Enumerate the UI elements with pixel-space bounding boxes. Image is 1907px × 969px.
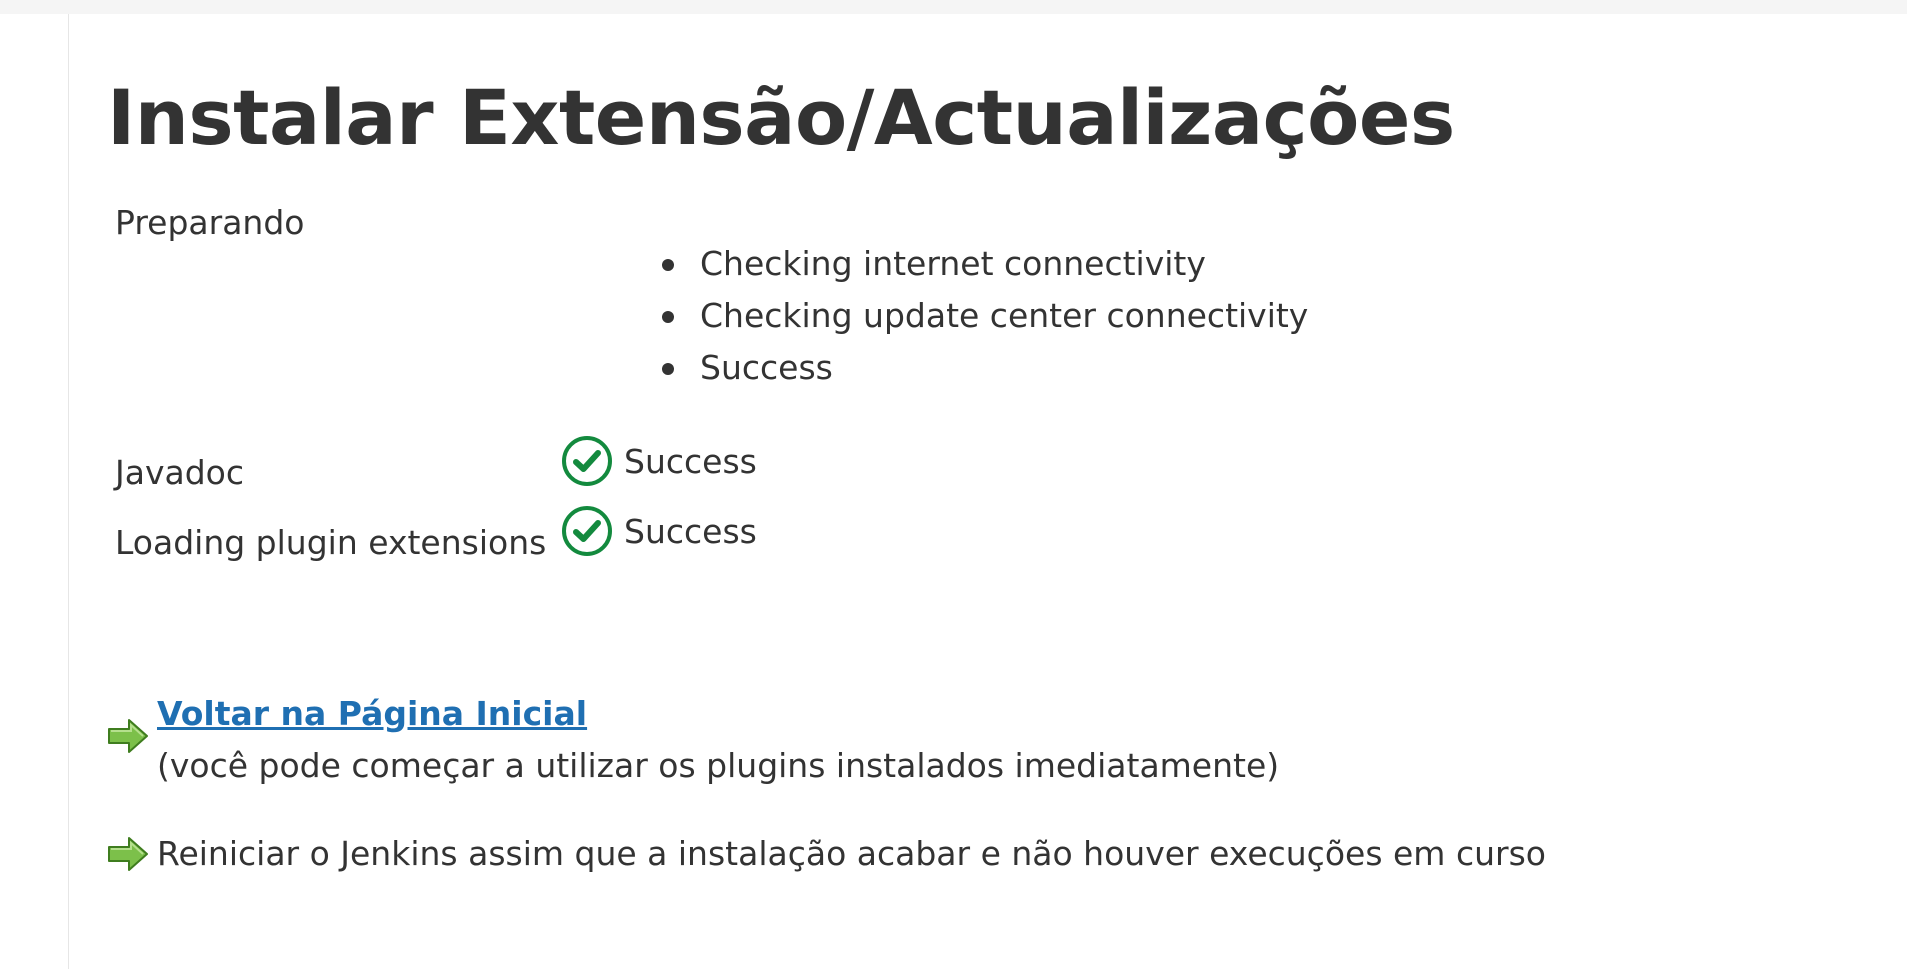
preparation-steps-list: Checking internet connectivity Checking … bbox=[662, 238, 1308, 394]
check-circle-icon bbox=[562, 436, 612, 486]
install-status-loading-plugin-extensions: Success bbox=[562, 506, 757, 556]
green-arrow-right-icon bbox=[107, 836, 149, 872]
page-title: Instalar Extensão/Actualizações bbox=[107, 73, 1455, 162]
status-text: Success bbox=[624, 511, 757, 551]
status-text: Success bbox=[624, 441, 757, 481]
install-row-label: Preparando bbox=[115, 203, 305, 242]
green-arrow-right-icon bbox=[107, 718, 149, 754]
side-panel bbox=[0, 14, 69, 969]
main-panel: Instalar Extensão/Actualizações Preparan… bbox=[107, 14, 1907, 969]
list-item: Success bbox=[662, 342, 1308, 394]
install-status-javadoc: Success bbox=[562, 436, 757, 486]
list-item: Checking internet connectivity bbox=[662, 238, 1308, 290]
list-item: Checking update center connectivity bbox=[662, 290, 1308, 342]
install-row-label: Javadoc bbox=[115, 453, 244, 492]
check-circle-icon bbox=[562, 506, 612, 556]
top-bar bbox=[0, 0, 1907, 14]
home-link-note: (você pode começar a utilizar os plugins… bbox=[157, 746, 1280, 785]
restart-jenkins-option[interactable]: Reiniciar o Jenkins assim que a instalaç… bbox=[157, 834, 1546, 873]
back-to-home-link[interactable]: Voltar na Página Inicial bbox=[157, 694, 587, 733]
install-row-label: Loading plugin extensions bbox=[115, 523, 547, 562]
